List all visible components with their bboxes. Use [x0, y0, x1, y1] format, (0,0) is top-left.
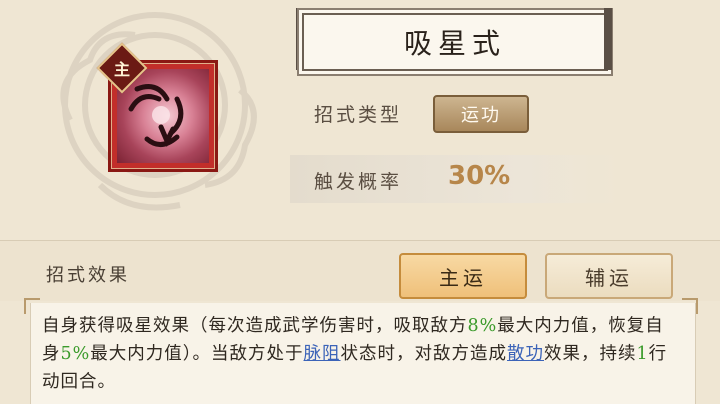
skill-title-box: 吸星式: [302, 13, 608, 71]
effects-label: 招式效果: [46, 265, 130, 286]
status-link-maizu[interactable]: 脉阻: [304, 344, 341, 364]
trigger-probability-value: 30%: [448, 161, 511, 191]
skill-detail-panel: 主 吸星式 招式类型 运功 触发概率 30% 招式效果 主运 辅运 自身获得吸星…: [0, 0, 720, 404]
drain-percent: 8%: [467, 316, 498, 336]
trigger-probability-label: 触发概率: [314, 171, 403, 193]
tab-main-mode[interactable]: 主运: [399, 253, 527, 299]
skill-title: 吸星式: [403, 27, 506, 60]
desc-text: 最大内力值）。当敌方处于: [90, 344, 304, 364]
status-link-sangong[interactable]: 散功: [507, 344, 544, 364]
effect-description: 自身获得吸星效果（每次造成武学伤害时，吸取敌方8%最大内力值，恢复自身5%最大内…: [42, 312, 682, 396]
restore-percent: 5%: [60, 344, 91, 364]
corner-ornament: [682, 298, 698, 314]
tab-aux-mode[interactable]: 辅运: [545, 253, 673, 299]
main-badge-label: 主: [113, 60, 130, 79]
skill-type-label: 招式类型: [314, 104, 403, 126]
duration-turns: 1: [636, 344, 649, 364]
desc-text: 效果，持续: [544, 344, 637, 364]
scroll-right-end: [604, 8, 612, 70]
desc-text: 状态时，对敌方造成: [340, 344, 508, 364]
desc-text: 自身获得吸星效果（每次造成武学伤害时，吸取敌方: [42, 316, 468, 336]
corner-ornament: [24, 298, 40, 314]
skill-type-value: 运功: [433, 95, 529, 133]
